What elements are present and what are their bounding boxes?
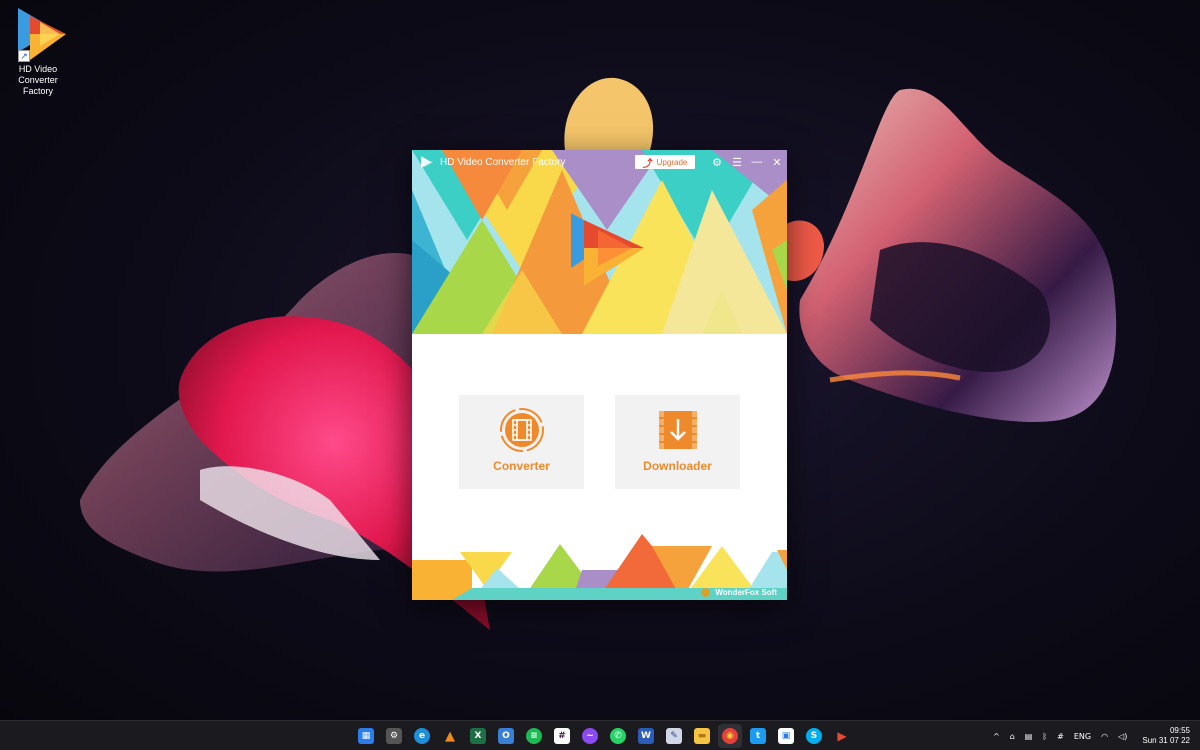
taskbar-hd-video-converter-icon[interactable]: ▶ (830, 724, 854, 748)
taskbar-slack-icon[interactable]: # (550, 724, 574, 748)
start-button[interactable]: ▦ (354, 724, 378, 748)
taskbar-file-explorer-icon[interactable]: ▬ (690, 724, 714, 748)
bluetooth-icon[interactable]: ᛒ (1042, 732, 1047, 741)
taskbar-spotify-icon[interactable]: ≡ (522, 724, 546, 748)
taskbar-edge-icon[interactable]: e (410, 724, 434, 748)
film-icon (499, 408, 544, 452)
taskbar-twitter-icon[interactable]: t (746, 724, 770, 748)
desktop-icon-label: HD Video Converter Factory (18, 64, 58, 96)
upgrade-arrow-icon: ⤴ (642, 158, 653, 170)
shortcut-arrow-icon: ↗ (18, 50, 30, 62)
downloader-button[interactable]: Downloader (615, 395, 740, 489)
taskbar: ▦ ⚙ e ▲ X O ≡ # ~ ✆ W ✎ ▬ ◉ t ▣ S ▶ ^ ⌂ … (0, 720, 1200, 750)
slack-tray-icon[interactable]: # (1057, 732, 1064, 741)
system-tray: ^ ⌂ ▤ ᛒ # ENG ◠ ◁) 09:55 Sun 31 07 22 (988, 721, 1190, 750)
window-title: HD Video Converter Factory (440, 156, 566, 168)
taskbar-word-icon[interactable]: W (634, 724, 658, 748)
brand-label: WonderFox Soft (715, 588, 777, 597)
taskbar-skype-icon[interactable]: S (802, 724, 826, 748)
volume-icon[interactable]: ◁) (1118, 732, 1127, 741)
clock[interactable]: 09:55 Sun 31 07 22 (1142, 726, 1190, 746)
minimize-icon[interactable]: — (747, 152, 767, 172)
show-hidden-icons-chevron-icon[interactable]: ^ (993, 732, 1000, 741)
desktop-shortcut-hd-video-converter[interactable]: ↗ HD Video Converter Factory (2, 4, 74, 97)
wonderfox-logo-icon (701, 588, 711, 597)
close-icon[interactable]: ✕ (767, 152, 787, 172)
download-icon (658, 411, 697, 449)
taskbar-whatsapp-icon[interactable]: ✆ (606, 724, 630, 748)
downloader-label: Downloader (643, 459, 712, 473)
wifi-icon[interactable]: ◠ (1101, 732, 1108, 741)
app-logo-icon (421, 156, 433, 168)
taskbar-apps: ▦ ⚙ e ▲ X O ≡ # ~ ✆ W ✎ ▬ ◉ t ▣ S ▶ (354, 724, 854, 748)
taskbar-store-icon[interactable]: ▣ (774, 724, 798, 748)
converter-label: Converter (493, 459, 550, 473)
usb-icon[interactable]: ⌂ (1010, 732, 1015, 741)
upgrade-label: Upgrade (656, 157, 688, 167)
hd-video-converter-icon: ↗ (10, 4, 66, 62)
taskbar-messenger-icon[interactable]: ~ (578, 724, 602, 748)
menu-list-icon[interactable]: ☰ (727, 152, 747, 172)
upgrade-button[interactable]: ⤴ Upgrade (635, 155, 695, 170)
taskbar-vlc-icon[interactable]: ▲ (438, 724, 462, 748)
app-main-logo (571, 213, 644, 286)
taskbar-chrome-icon[interactable]: ◉ (718, 724, 742, 748)
converter-button[interactable]: Converter (459, 395, 584, 489)
taskbar-settings-icon[interactable]: ⚙ (382, 724, 406, 748)
network-share-icon[interactable]: ▤ (1025, 732, 1033, 741)
taskbar-office-icon[interactable]: O (494, 724, 518, 748)
title-bar: HD Video Converter Factory ⤴ Upgrade ⚙ ☰… (412, 150, 787, 174)
brand-footer: WonderFox Soft (701, 588, 777, 597)
taskbar-editor-icon[interactable]: ✎ (662, 724, 686, 748)
taskbar-excel-icon[interactable]: X (466, 724, 490, 748)
app-window: HD Video Converter Factory ⤴ Upgrade ⚙ ☰… (412, 150, 787, 600)
language-indicator[interactable]: ENG (1074, 732, 1091, 741)
clock-time: 09:55 (1169, 726, 1190, 735)
settings-gear-icon[interactable]: ⚙ (707, 152, 727, 172)
clock-date: Sun 31 07 22 (1142, 736, 1190, 745)
